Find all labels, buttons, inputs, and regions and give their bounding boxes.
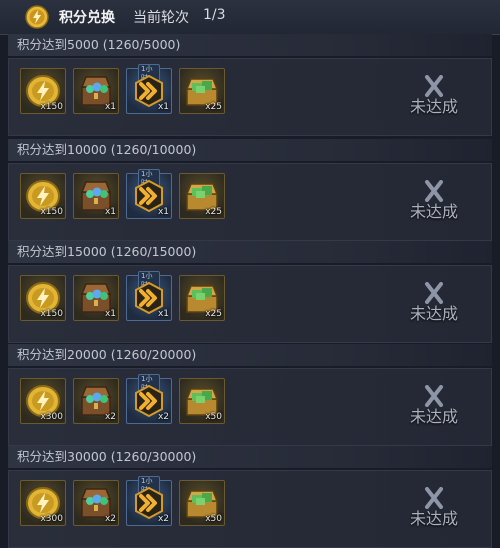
tier-panel: x300 x2 1小时 x2 <box>8 470 492 548</box>
item-slot-cash-crate[interactable]: x25 <box>179 275 225 321</box>
item-slot-speedup-token[interactable]: 1小时 x1 <box>126 169 172 219</box>
status-text: 未达成 <box>409 407 458 426</box>
status-text: 未达成 <box>409 202 458 221</box>
item-slot-gold-coin[interactable]: x300 <box>20 480 66 526</box>
tier-label: 积分达到10000 (1260/10000) <box>8 139 492 161</box>
item-quantity: x2 <box>157 412 169 422</box>
tier-status: 未达成 <box>399 180 469 230</box>
round-label: 当前轮次 <box>133 10 189 26</box>
item-slot-cash-crate[interactable]: x25 <box>179 173 225 219</box>
item-slot-cash-crate[interactable]: x25 <box>179 68 225 114</box>
tier-label: 积分达到30000 (1260/30000) <box>8 446 492 468</box>
item-quantity: x50 <box>205 412 222 422</box>
tier-status: 未达成 <box>399 487 469 537</box>
reward-tier: 积分达到15000 (1260/15000) x150 x1 1小 x1 x25… <box>8 241 492 343</box>
item-quantity: x2 <box>104 412 116 422</box>
item-quantity: x1 <box>104 207 116 217</box>
item-slot-gem-chest[interactable]: x1 <box>73 173 119 219</box>
item-quantity: x1 <box>157 207 169 217</box>
tier-panel: x300 x2 1小时 x2 <box>8 368 492 446</box>
tier-label: 积分达到20000 (1260/20000) <box>8 344 492 366</box>
item-quantity: x1 <box>157 102 169 112</box>
tier-status: 未达成 <box>399 385 469 435</box>
item-quantity: x50 <box>205 514 222 524</box>
item-quantity: x150 <box>40 102 63 112</box>
item-quantity: x300 <box>40 514 63 524</box>
item-slot-speedup-token[interactable]: 1小时 x1 <box>126 64 172 114</box>
tier-label: 积分达到15000 (1260/15000) <box>8 241 492 263</box>
item-quantity: x1 <box>104 309 116 319</box>
tier-panel: x150 x1 1小时 x1 <box>8 58 492 136</box>
status-text: 未达成 <box>409 509 458 528</box>
reward-tier: 积分达到30000 (1260/30000) x300 x2 1小 x2 x50… <box>8 446 492 548</box>
item-quantity: x25 <box>205 309 222 319</box>
tier-status: 未达成 <box>399 282 469 332</box>
item-quantity: x1 <box>104 102 116 112</box>
tier-panel: x150 x1 1小时 x1 <box>8 265 492 343</box>
item-quantity: x1 <box>157 309 169 319</box>
reward-tier: 积分达到5000 (1260/5000) x150 x1 1小 x1 x25 未… <box>8 34 492 136</box>
item-slot-cash-crate[interactable]: x50 <box>179 480 225 526</box>
item-slot-speedup-token[interactable]: 1小时 x2 <box>126 476 172 526</box>
tier-status: 未达成 <box>399 75 469 125</box>
item-slot-cash-crate[interactable]: x50 <box>179 378 225 424</box>
item-slot-speedup-token[interactable]: 1小时 x1 <box>126 271 172 321</box>
item-quantity: x150 <box>40 309 63 319</box>
reward-tier: 积分达到20000 (1260/20000) x300 x2 1小 x2 x50… <box>8 344 492 446</box>
item-slot-gold-coin[interactable]: x150 <box>20 275 66 321</box>
item-slot-speedup-token[interactable]: 1小时 x2 <box>126 374 172 424</box>
item-slot-gem-chest[interactable]: x2 <box>73 480 119 526</box>
item-slot-gold-coin[interactable]: x150 <box>20 68 66 114</box>
page-title: 积分兑换 <box>59 10 115 26</box>
item-slot-gem-chest[interactable]: x1 <box>73 68 119 114</box>
status-text: 未达成 <box>409 304 458 323</box>
points-coin-icon <box>25 5 49 29</box>
item-slot-gem-chest[interactable]: x2 <box>73 378 119 424</box>
item-slot-gold-coin[interactable]: x300 <box>20 378 66 424</box>
item-quantity: x25 <box>205 102 222 112</box>
tier-panel: x150 x1 1小时 x1 <box>8 163 492 241</box>
item-quantity: x2 <box>104 514 116 524</box>
item-slot-gem-chest[interactable]: x1 <box>73 275 119 321</box>
item-quantity: x150 <box>40 207 63 217</box>
item-quantity: x300 <box>40 412 63 422</box>
tier-label: 积分达到5000 (1260/5000) <box>8 34 492 56</box>
item-slot-gold-coin[interactable]: x150 <box>20 173 66 219</box>
item-quantity: x25 <box>205 207 222 217</box>
reward-tier: 积分达到10000 (1260/10000) x150 x1 1小 x1 x25… <box>8 139 492 241</box>
page-header: 积分兑换 当前轮次 1/3 <box>0 0 500 35</box>
round-value: 1/3 <box>203 7 226 23</box>
item-quantity: x2 <box>157 514 169 524</box>
status-text: 未达成 <box>409 97 458 116</box>
